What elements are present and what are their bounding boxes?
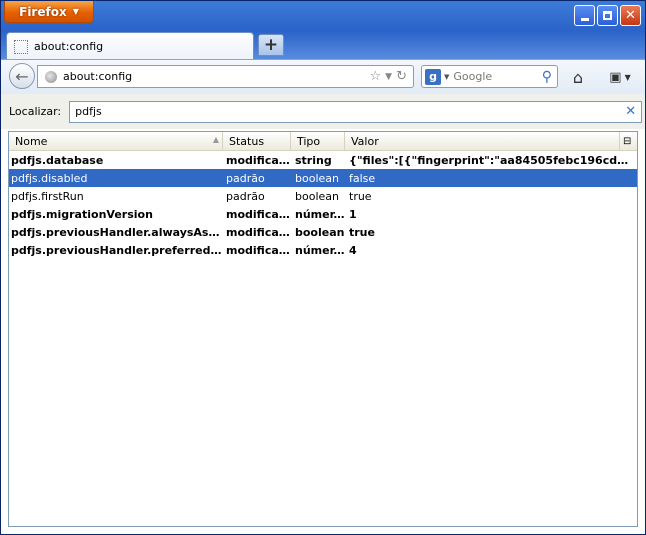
pref-status: modifica...	[226, 243, 291, 257]
column-header-value[interactable]: Valor	[345, 132, 620, 150]
window-controls: ✕	[574, 5, 641, 26]
close-icon: ✕	[625, 8, 636, 23]
about-config-page: Localizar: pdfjs ✕ Nome ▲ Status Tipo Va…	[1, 94, 645, 534]
table-row[interactable]: pdfjs.previousHandler.alwaysAskB... modi…	[9, 223, 637, 241]
pref-value: 4	[349, 243, 357, 257]
pref-value: true	[349, 225, 375, 239]
column-header-type[interactable]: Tipo	[291, 132, 345, 150]
table-row[interactable]: pdfjs.disabled padrão boolean false	[9, 169, 637, 187]
pref-type: string	[295, 153, 332, 167]
sort-ascending-icon: ▲	[212, 135, 219, 144]
pref-name: pdfjs.previousHandler.preferredAc...	[11, 243, 223, 257]
column-picker-icon: ⊟	[623, 135, 632, 147]
pref-name: pdfjs.migrationVersion	[11, 207, 153, 221]
column-picker-button[interactable]: ⊟	[620, 132, 637, 150]
url-bar[interactable]: about:config ☆ ▼ ↻	[37, 65, 414, 88]
page-favicon-icon	[14, 39, 28, 54]
maximize-icon	[603, 11, 612, 20]
pref-type: númer...	[295, 243, 345, 257]
filter-input[interactable]: pdfjs ✕	[69, 100, 643, 123]
search-bar[interactable]: g ▼ Google ⚲	[421, 65, 558, 88]
pref-status: padrão	[226, 189, 265, 203]
close-window-button[interactable]: ✕	[620, 5, 641, 26]
new-tab-button[interactable]: +	[258, 34, 284, 56]
pref-type: boolean	[295, 171, 339, 185]
tab-title: about:config	[34, 40, 104, 53]
firefox-menu-button[interactable]: Firefox ▼	[4, 1, 94, 23]
title-bar: Firefox ▼ ✕	[1, 1, 645, 31]
navigation-toolbar: ← about:config ☆ ▼ ↻ g ▼ Google ⚲ ⌂ ▣ ▼	[1, 59, 645, 95]
pref-value: 1	[349, 207, 357, 221]
tab-strip: about:config +	[1, 30, 645, 60]
table-row[interactable]: pdfjs.database modifica... string {"file…	[9, 151, 637, 169]
pref-status: modifica...	[226, 153, 291, 167]
browser-window: Firefox ▼ ✕ about:config + ← about:confi…	[0, 0, 646, 535]
pref-status: padrão	[226, 171, 265, 185]
pref-status: modifica...	[226, 225, 291, 239]
column-header-status[interactable]: Status	[223, 132, 291, 150]
bookmark-star-icon[interactable]: ☆	[370, 69, 382, 84]
plus-icon: +	[263, 35, 279, 55]
tab-about-config[interactable]: about:config	[6, 32, 254, 60]
pref-name: pdfjs.firstRun	[11, 189, 84, 203]
pref-name: pdfjs.disabled	[11, 171, 88, 185]
home-button[interactable]: ⌂	[567, 66, 589, 88]
arrow-left-icon: ←	[15, 66, 29, 86]
search-icon[interactable]: ⚲	[542, 69, 552, 85]
minimize-icon	[580, 18, 589, 21]
column-value-label: Valor	[351, 134, 379, 148]
chevron-down-icon: ▼	[624, 72, 631, 82]
column-type-label: Tipo	[297, 134, 321, 148]
table-row[interactable]: pdfjs.firstRun padrão boolean true	[9, 187, 637, 205]
preference-rows: pdfjs.database modifica... string {"file…	[9, 151, 637, 259]
bookmarks-menu-button[interactable]: ▣ ▼	[603, 67, 637, 87]
clear-filter-icon[interactable]: ✕	[625, 104, 636, 119]
history-dropdown-icon[interactable]: ▼	[385, 72, 392, 82]
preferences-tree[interactable]: Nome ▲ Status Tipo Valor ⊟ pdfjs.databas…	[8, 131, 638, 527]
table-row[interactable]: pdfjs.previousHandler.preferredAc... mod…	[9, 241, 637, 259]
pref-type: boolean	[295, 189, 339, 203]
pref-status: modifica...	[226, 207, 291, 221]
column-status-label: Status	[229, 134, 265, 148]
bookmarks-icon: ▣	[609, 69, 622, 85]
reload-icon[interactable]: ↻	[396, 69, 407, 84]
pref-name: pdfjs.database	[11, 153, 104, 167]
column-name-label: Nome	[15, 134, 48, 148]
google-engine-icon[interactable]: g	[425, 68, 441, 85]
back-button[interactable]: ←	[9, 63, 35, 89]
pref-value: true	[349, 189, 372, 203]
filter-row: Localizar: pdfjs ✕	[1, 94, 645, 129]
pref-value: false	[349, 171, 376, 185]
firefox-menu-label: Firefox	[19, 4, 67, 19]
maximize-button[interactable]	[597, 5, 618, 26]
pref-type: boolean	[295, 225, 345, 239]
table-row[interactable]: pdfjs.migrationVersion modifica... númer…	[9, 205, 637, 223]
minimize-button[interactable]	[574, 5, 595, 26]
pref-type: númer...	[295, 207, 345, 221]
pref-value: {"files":[{"fingerprint":"aa84505febc196…	[349, 153, 635, 167]
chevron-down-icon: ▼	[72, 7, 79, 16]
engine-dropdown-icon[interactable]: ▼	[444, 73, 449, 81]
url-text[interactable]: about:config	[63, 70, 370, 83]
search-input[interactable]: Google	[453, 70, 541, 83]
home-icon: ⌂	[572, 67, 584, 87]
filter-label: Localizar:	[9, 105, 62, 118]
column-header-name[interactable]: Nome ▲	[9, 132, 223, 150]
globe-icon	[45, 70, 57, 83]
pref-name: pdfjs.previousHandler.alwaysAskB...	[11, 225, 223, 239]
filter-value[interactable]: pdfjs	[70, 105, 625, 118]
tree-header: Nome ▲ Status Tipo Valor ⊟	[9, 132, 637, 151]
